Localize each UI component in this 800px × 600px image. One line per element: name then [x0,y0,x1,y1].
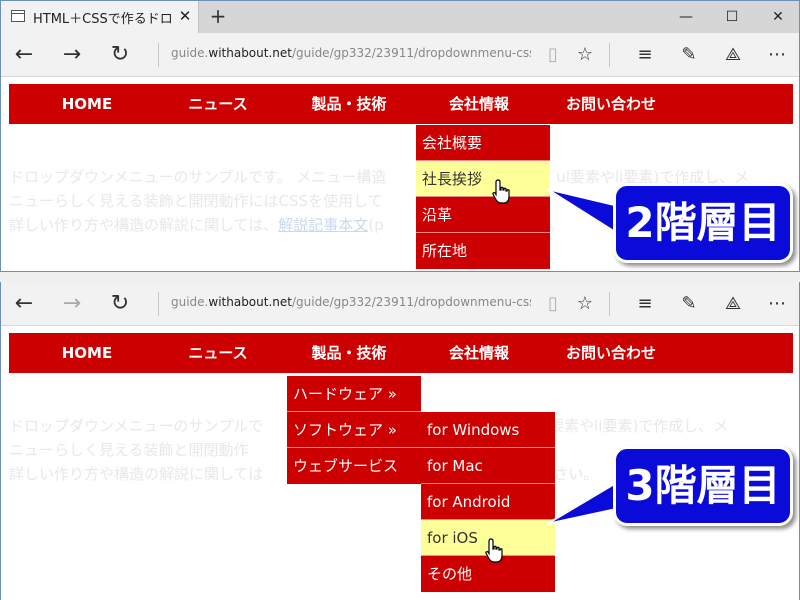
share-icon[interactable]: ⟁ [719,41,747,69]
page-content: ドロップダウンメニューのサンプルで 要素やli要素)で作成し、メ ニューらしく見え… [1,326,799,600]
menu-item-contact[interactable]: お問い合わせ [549,84,673,124]
global-menu-bar: HOME ニュース 製品・技術 会社情報 お問い合わせ [9,84,793,124]
menu-item-contact[interactable]: お問い合わせ [549,333,673,373]
hand-cursor-icon [492,179,510,204]
submenu-item-mac[interactable]: for Mac [421,448,555,484]
refresh-icon[interactable]: ↻ [105,41,135,69]
forward-icon[interactable]: → [57,41,87,69]
url-path: /guide/gp332/23911/dropdownmenu-css [291,295,531,309]
share-icon[interactable]: ⟁ [719,290,747,318]
menu-item-home[interactable]: HOME [37,333,137,373]
favorite-star-icon[interactable]: ☆ [571,290,599,318]
submenu-item-windows[interactable]: for Windows [421,412,555,448]
bg-text-line3: 詳しい作り方や構造の解説に関しては、 [9,216,279,234]
tab-title: HTML＋CSSで作るドロップ [33,12,173,26]
bg-text-line3-b: (p [368,216,384,234]
menu-item-products[interactable]: 製品・技術 [287,84,411,124]
global-menu-bar: HOME ニュース 製品・技術 会社情報 お問い合わせ [9,333,793,373]
web-note-icon[interactable]: ✎ [675,41,703,69]
tab-close-icon[interactable]: ✕ [177,7,193,25]
hand-cursor-icon [485,538,503,563]
more-icon[interactable]: ⋯ [763,41,791,69]
company-submenu: 会社概要 社長挨拶 沿革 所在地 [416,125,550,269]
submenu-item-history[interactable]: 沿革 [416,197,550,233]
menu-item-news[interactable]: ニュース [159,333,277,373]
divider [609,292,610,316]
menu-item-company[interactable]: 会社情報 [417,333,541,373]
submenu-item-webservice[interactable]: ウェブサービス [287,448,421,484]
menu-item-company[interactable]: 会社情報 [417,84,541,124]
favorite-star-icon[interactable]: ☆ [571,41,599,69]
address-bar[interactable]: guide.withabout.net/guide/gp332/23911/dr… [171,46,531,64]
address-toolbar: ← → ↻ guide.withabout.net/guide/gp332/23… [1,33,799,77]
submenu-item-overview[interactable]: 会社概要 [416,125,550,161]
callout-level2: 2階層目 [613,183,793,263]
browser-window-2: ← → ↻ guide.withabout.net/guide/gp332/23… [0,282,800,600]
url-prefix: guide. [171,295,209,309]
submenu-item-software[interactable]: ソフトウェア » [287,412,421,448]
refresh-icon[interactable]: ↻ [105,290,135,318]
divider [609,43,610,67]
page-content: ドロップダウンメニューのサンプルです。 メニュー構造 ul要素やli要素)で作成し… [1,77,799,271]
forward-icon[interactable]: → [57,290,87,318]
back-icon[interactable]: ← [9,41,39,69]
back-icon[interactable]: ← [9,290,39,318]
tab-bar: HTML＋CSSで作るドロップ ✕ + — ☐ ✕ [1,1,799,33]
address-toolbar: ← → ↻ guide.withabout.net/guide/gp332/23… [1,282,799,326]
menu-item-products[interactable]: 製品・技術 [287,333,411,373]
submenu-item-location[interactable]: 所在地 [416,233,550,269]
submenu-item-android[interactable]: for Android [421,484,555,520]
submenu-item-greeting[interactable]: 社長挨拶 [416,161,550,197]
new-tab-button[interactable]: + [207,5,229,27]
bg-text-line1-end: 要素やli要素)で作成し、メ [549,417,729,435]
hub-icon[interactable]: ≡ [631,290,659,318]
products-submenu: ハードウェア » ソフトウェア » ウェブサービス [287,376,421,484]
more-icon[interactable]: ⋯ [763,290,791,318]
url-host: withabout.net [208,46,292,60]
menu-item-home[interactable]: HOME [37,84,137,124]
browser-tab[interactable]: HTML＋CSSで作るドロップ ✕ [1,1,199,33]
maximize-button[interactable]: ☐ [709,1,755,33]
hub-icon[interactable]: ≡ [631,41,659,69]
reading-view-icon[interactable]: ▯ [539,290,567,318]
submenu-item-hardware[interactable]: ハードウェア » [287,376,421,412]
web-note-icon[interactable]: ✎ [675,290,703,318]
divider [158,292,159,316]
bg-text-line1: ドロップダウンメニューのサンプルです。 メニュー構造 [9,168,387,186]
reading-view-icon[interactable]: ▯ [539,41,567,69]
menu-item-news[interactable]: ニュース [159,84,277,124]
bg-text-line3: 詳しい作り方や構造の解説に関しては [9,465,264,483]
callout-level3: 3階層目 [613,446,793,526]
bg-text-line1: ドロップダウンメニューのサンプルで [9,417,264,435]
divider [158,43,159,67]
page-icon [11,10,25,22]
close-window-button[interactable]: ✕ [755,1,799,33]
url-host: withabout.net [208,295,292,309]
browser-window-1: HTML＋CSSで作るドロップ ✕ + — ☐ ✕ ← → ↻ guide.wi… [0,0,800,272]
minimize-button[interactable]: — [663,1,709,33]
url-path: /guide/gp332/23911/dropdownmenu-css [291,46,531,60]
address-bar[interactable]: guide.withabout.net/guide/gp332/23911/dr… [171,295,531,313]
article-link[interactable]: 解説記事本文 [278,216,368,234]
url-prefix: guide. [171,46,209,60]
software-submenu: for Windows for Mac for Android for iOS … [421,412,555,592]
